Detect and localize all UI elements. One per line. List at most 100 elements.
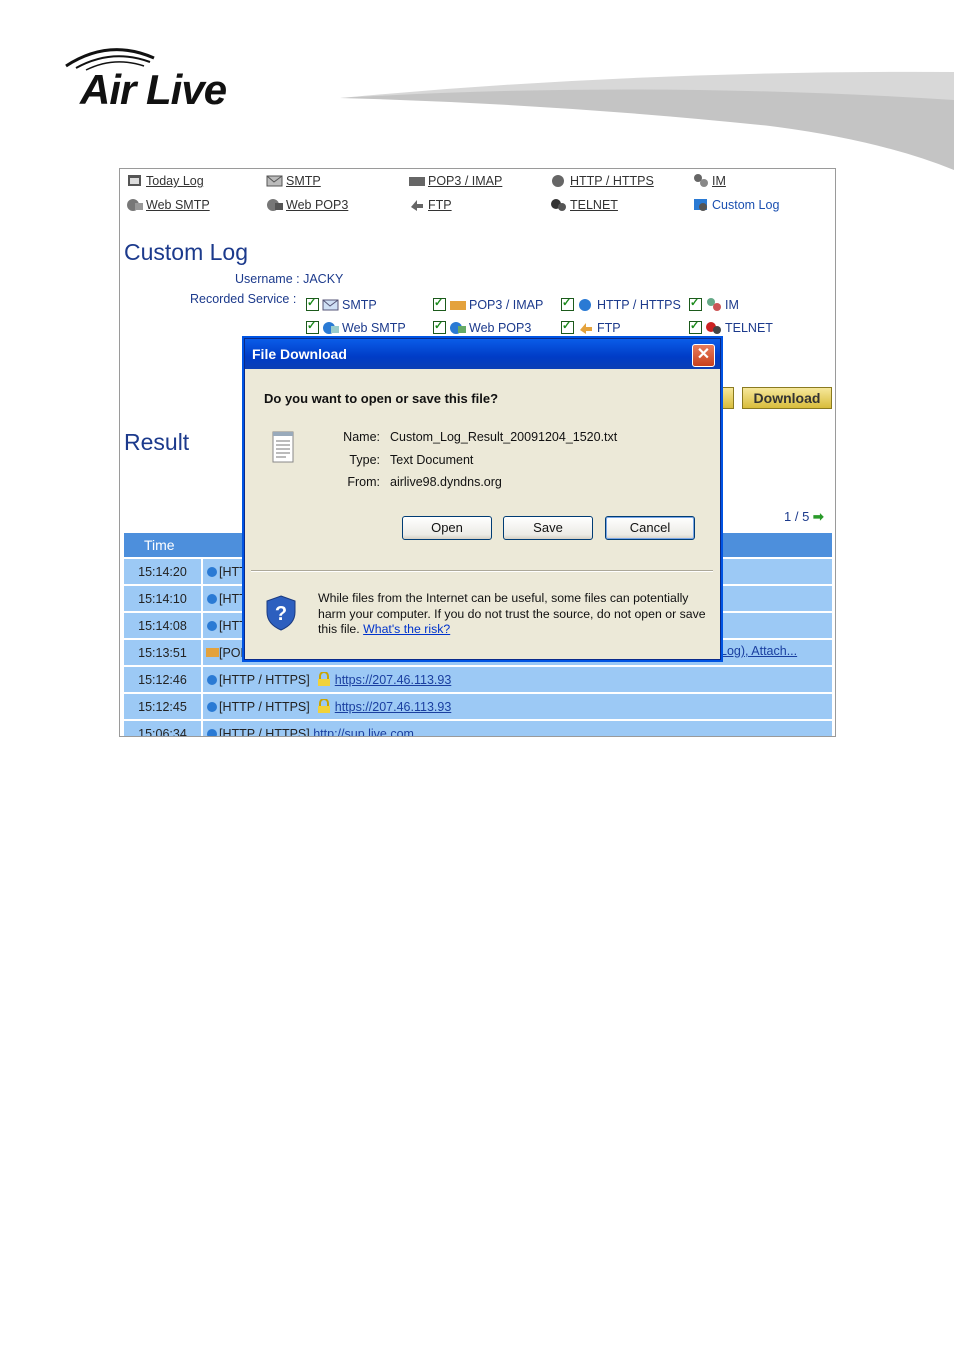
cancel-button[interactable]: Cancel — [605, 516, 695, 540]
globe-icon — [552, 175, 564, 187]
ie-icon — [207, 593, 217, 604]
ftp-icon — [411, 200, 423, 211]
username-label: Username : JACKY — [235, 272, 344, 286]
checkbox[interactable] — [561, 296, 574, 311]
url-link[interactable]: https://207.46.113.93 — [335, 700, 452, 714]
checkbox[interactable] — [689, 296, 702, 311]
recorded-service-label: Recorded Service : — [190, 292, 297, 306]
service-smtp[interactable]: SMTP — [306, 296, 377, 312]
nav-web-pop3[interactable]: Web POP3 — [266, 197, 348, 212]
attachment-link[interactable]: Log), Attach... — [720, 644, 797, 658]
time-cell: 15:06:34 — [124, 721, 203, 736]
whats-the-risk-link[interactable]: What's the risk? — [363, 622, 450, 636]
lock-icon — [317, 672, 330, 686]
ie-icon — [579, 299, 591, 311]
service-http-https[interactable]: HTTP / HTTPS — [561, 296, 681, 312]
file-type: Text Document — [390, 453, 474, 467]
file-name: Custom_Log_Result_20091204_1520.txt — [390, 430, 618, 444]
type-label: Type: — [349, 453, 380, 467]
time-cell: 15:12:45 — [124, 694, 203, 719]
detail-cell: [HTTP / HTTPS] http://sup.live.com — [203, 721, 832, 737]
telnet-icon — [706, 322, 721, 334]
mail-receive-icon — [206, 647, 219, 657]
web-mail-send-icon — [127, 199, 143, 211]
name-label: Name: — [343, 430, 380, 444]
checkbox[interactable] — [306, 319, 319, 334]
checkbox[interactable] — [433, 296, 446, 311]
close-icon[interactable]: ✕ — [692, 344, 715, 367]
web-mail-receive-icon — [450, 322, 466, 334]
time-cell: 15:14:08 — [124, 613, 203, 638]
ftp-icon — [580, 323, 592, 334]
ie-icon — [207, 620, 217, 631]
file-download-dialog: File Download ✕ Do you want to open or s… — [244, 338, 721, 660]
checkbox[interactable] — [433, 319, 446, 334]
column-header-time: Time — [124, 533, 203, 557]
people-icon — [694, 174, 708, 187]
time-cell: 15:13:51 — [124, 640, 203, 665]
nav-web-smtp[interactable]: Web SMTP — [126, 197, 210, 212]
pager: 1 / 5 ➡ — [784, 509, 824, 525]
airlive-logo: Air Live — [64, 42, 294, 113]
nav-custom-log[interactable]: Custom Log — [692, 197, 779, 212]
svg-text:?: ? — [275, 603, 287, 625]
detail-cell: [HTTP / HTTPS] https://207.46.113.93 — [203, 694, 832, 719]
service-ftp[interactable]: FTP — [561, 319, 621, 335]
ie-icon — [207, 675, 217, 685]
header-swoosh — [340, 71, 954, 170]
table-row: 15:12:46 [HTTP / HTTPS] https://207.46.11… — [124, 667, 832, 692]
time-cell: 15:14:10 — [124, 586, 203, 611]
web-mail-send-icon — [323, 322, 339, 334]
nav-http-https[interactable]: HTTP / HTTPS — [550, 173, 654, 188]
time-cell: 15:14:20 — [124, 559, 203, 584]
download-button[interactable]: Download — [742, 387, 832, 409]
service-web-smtp[interactable]: Web SMTP — [306, 319, 406, 335]
dialog-question: Do you want to open or save this file? — [264, 391, 499, 406]
dialog-divider — [251, 570, 713, 572]
url-link[interactable]: http://sup.live.com — [313, 727, 414, 737]
nav-pop3-imap[interactable]: POP3 / IMAP — [408, 173, 502, 188]
people-icon — [707, 298, 721, 311]
nav-today-log[interactable]: Today Log — [126, 173, 204, 188]
nav-ftp[interactable]: FTP — [408, 197, 452, 212]
detail-cell: [HTTP / HTTPS] https://207.46.113.93 — [203, 667, 832, 692]
calendar-icon — [128, 175, 141, 186]
checkbox[interactable] — [561, 319, 574, 334]
security-shield-icon: ? — [266, 595, 296, 631]
nav-smtp[interactable]: SMTP — [266, 173, 321, 188]
time-cell: 15:12:46 — [124, 667, 203, 692]
url-link[interactable]: https://207.46.113.93 — [335, 673, 452, 687]
page-title: Custom Log — [124, 239, 249, 265]
checkbox[interactable] — [306, 296, 319, 311]
dialog-title: File Download — [245, 339, 720, 369]
text-document-icon — [272, 431, 294, 463]
ie-icon — [207, 702, 217, 712]
mail-receive-icon — [409, 177, 425, 186]
ie-icon — [207, 566, 217, 577]
mail-receive-icon — [450, 301, 466, 310]
lock-icon — [317, 699, 330, 713]
nav-telnet[interactable]: TELNET — [550, 197, 618, 212]
page-indicator: 1 / 5 — [784, 509, 810, 524]
from-label: From: — [347, 475, 380, 489]
service-telnet[interactable]: TELNET — [689, 319, 773, 335]
next-page-icon[interactable]: ➡ — [813, 509, 824, 525]
ie-icon — [207, 728, 217, 736]
logo-text: Air Live — [80, 66, 227, 113]
result-title: Result — [124, 429, 190, 455]
table-row: 15:12:45 [HTTP / HTTPS] https://207.46.11… — [124, 694, 832, 719]
envelope-icon — [322, 299, 339, 311]
envelope-icon — [266, 175, 283, 187]
custom-log-icon — [694, 199, 707, 211]
service-pop3-imap[interactable]: POP3 / IMAP — [433, 296, 543, 312]
username-value: JACKY — [303, 272, 344, 286]
web-mail-receive-icon — [267, 199, 283, 211]
checkbox[interactable] — [689, 319, 702, 334]
telnet-icon — [551, 199, 566, 211]
table-row: 15:06:34 [HTTP / HTTPS] http://sup.live.… — [124, 721, 832, 737]
nav-im[interactable]: IM — [692, 173, 726, 188]
service-web-pop3[interactable]: Web POP3 — [433, 319, 531, 335]
open-button[interactable]: Open — [402, 516, 492, 540]
service-im[interactable]: IM — [689, 296, 739, 312]
save-button[interactable]: Save — [503, 516, 593, 540]
